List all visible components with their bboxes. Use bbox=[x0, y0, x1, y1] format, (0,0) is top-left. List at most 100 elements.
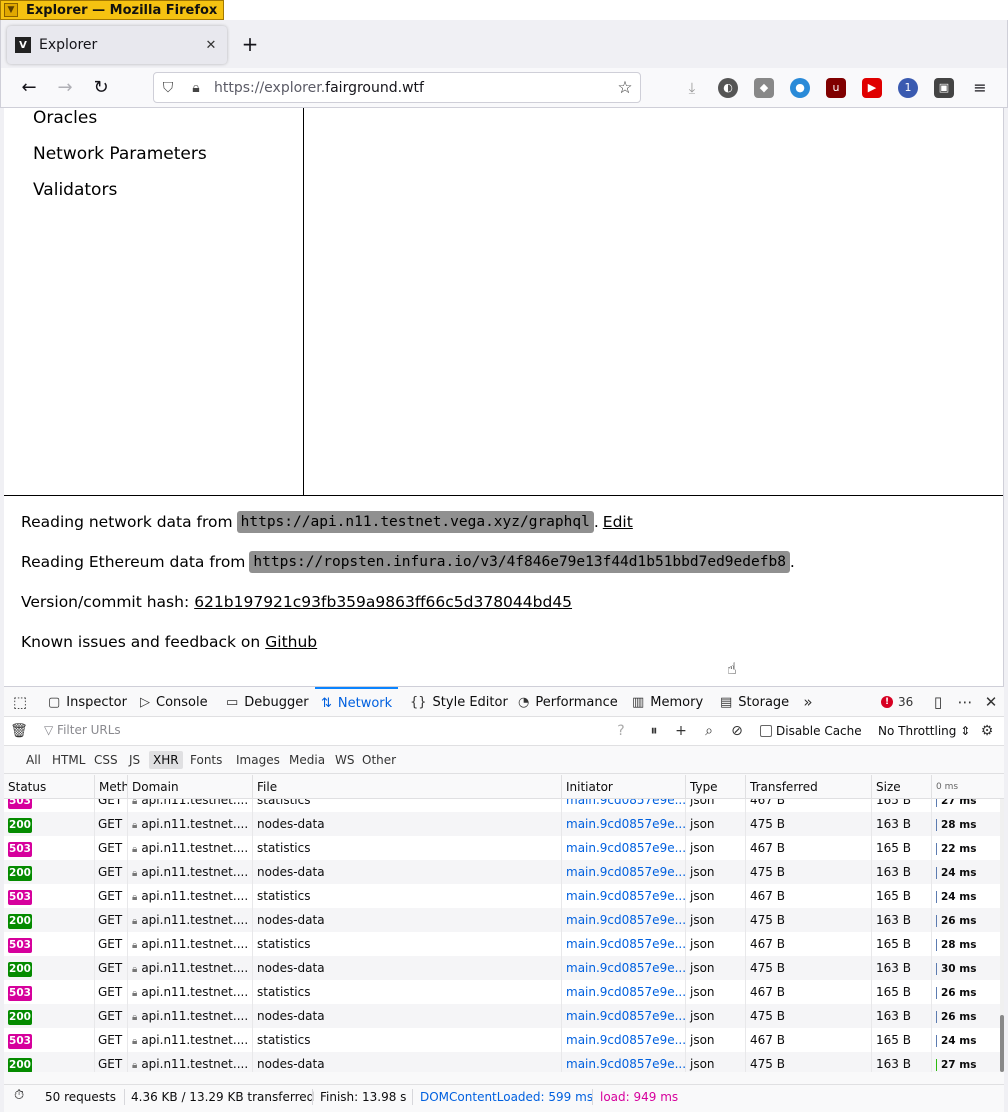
timing-label: 28 ms bbox=[941, 939, 977, 951]
app-menu-hamburger-icon[interactable]: ≡ bbox=[970, 78, 990, 98]
type-filter-ws[interactable]: WS bbox=[331, 751, 358, 769]
new-tab-button[interactable]: + bbox=[239, 34, 261, 56]
reload-button[interactable]: ↻ bbox=[89, 76, 113, 100]
domain-cell: 🔒︎ api.n11.testnet.... bbox=[128, 1052, 253, 1072]
responsive-design-icon[interactable]: ▯ bbox=[928, 692, 948, 712]
block-icon[interactable]: ⊘ bbox=[728, 722, 746, 740]
downloads-icon[interactable]: ⤓ bbox=[682, 78, 702, 98]
disable-cache-checkbox[interactable] bbox=[760, 725, 772, 737]
type-filter-images[interactable]: Images bbox=[232, 751, 284, 769]
table-row[interactable]: 200 GET 🔒︎ api.n11.testnet.... nodes-data mai… bbox=[4, 1052, 1000, 1072]
url-bar[interactable]: ⛉ 🔒︎ https://explorer.fairground.wtf ☆ bbox=[153, 72, 641, 103]
transferred-cell: 467 B bbox=[746, 799, 872, 812]
column-header-file[interactable]: File bbox=[253, 775, 562, 799]
tab-memory[interactable]: ▥ Memory bbox=[632, 687, 703, 717]
element-picker-icon[interactable]: ⬚ bbox=[10, 692, 30, 712]
summary-divider bbox=[412, 1089, 413, 1105]
domain-text: api.n11.testnet.... bbox=[141, 985, 249, 999]
extension-blue-icon[interactable]: ● bbox=[790, 78, 810, 98]
help-icon[interactable]: ? bbox=[612, 722, 630, 740]
table-row[interactable]: 200 GET 🔒︎ api.n11.testnet.... nodes-data mai… bbox=[4, 812, 1000, 836]
devtools-options-icon[interactable]: ⋯ bbox=[955, 692, 975, 712]
error-count-badge[interactable]: ! 36 bbox=[881, 695, 913, 709]
type-filter-css[interactable]: CSS bbox=[90, 751, 122, 769]
column-header-domain[interactable]: Domain bbox=[128, 775, 253, 799]
pause-icon[interactable]: ⏸︎ bbox=[645, 722, 663, 740]
edit-link[interactable]: Edit bbox=[603, 513, 633, 531]
table-row[interactable]: 200 GET 🔒︎ api.n11.testnet.... nodes-data mai… bbox=[4, 860, 1000, 884]
type-filter-xhr[interactable]: XHR bbox=[149, 751, 183, 769]
table-row[interactable]: 200 GET 🔒︎ api.n11.testnet.... nodes-data mai… bbox=[4, 956, 1000, 980]
footer-divider bbox=[4, 495, 1003, 496]
search-icon[interactable]: ⌕ bbox=[700, 722, 718, 740]
table-row[interactable]: 503 GET 🔒︎ api.n11.testnet.... statistics mai… bbox=[4, 799, 1000, 812]
tracking-protection-shield-icon[interactable]: ⛉ bbox=[154, 80, 182, 96]
tab-console[interactable]: ▷ Console bbox=[140, 687, 208, 717]
back-button[interactable]: ← bbox=[17, 76, 41, 100]
column-header-status[interactable]: Status bbox=[4, 775, 95, 799]
close-tab-icon[interactable]: ✕ bbox=[203, 38, 219, 53]
github-link[interactable]: Github bbox=[265, 633, 317, 651]
request-table-scrollbar[interactable] bbox=[1000, 799, 1004, 1072]
extensions-puzzle-icon[interactable]: ▣ bbox=[934, 78, 954, 98]
more-tabs-chevron-icon[interactable]: » bbox=[798, 692, 818, 712]
file-cell: statistics bbox=[253, 932, 562, 956]
table-row[interactable]: 200 GET 🔒︎ api.n11.testnet.... nodes-data mai… bbox=[4, 1004, 1000, 1028]
storage-icon: ▤ bbox=[720, 694, 733, 710]
network-settings-gear-icon[interactable]: ⚙ bbox=[978, 722, 996, 740]
bookmark-star-icon[interactable]: ☆ bbox=[610, 78, 640, 98]
extension-video-icon[interactable]: ▶ bbox=[862, 78, 882, 98]
type-filter-media[interactable]: Media bbox=[285, 751, 329, 769]
column-header-initiator[interactable]: Initiator bbox=[562, 775, 686, 799]
clear-requests-trash-icon[interactable]: 🗑︎ bbox=[10, 722, 28, 740]
network-icon: ⇅ bbox=[321, 695, 332, 711]
tab-debugger[interactable]: ▭ Debugger bbox=[226, 687, 309, 717]
sidebar-item-oracles[interactable]: Oracles bbox=[33, 108, 97, 128]
table-row[interactable]: 503 GET 🔒︎ api.n11.testnet.... statistics mai… bbox=[4, 1028, 1000, 1052]
type-filter-js[interactable]: JS bbox=[125, 751, 144, 769]
disable-cache-toggle[interactable]: Disable Cache bbox=[760, 724, 862, 738]
window-menu-icon[interactable]: ▼ bbox=[4, 3, 18, 17]
sidebar-item-network-parameters[interactable]: Network Parameters bbox=[33, 144, 207, 164]
tab-explorer[interactable]: V Explorer ✕ bbox=[7, 26, 227, 64]
column-header-transferred[interactable]: Transferred bbox=[746, 775, 872, 799]
extension-cube-icon[interactable]: ◆ bbox=[754, 78, 774, 98]
forward-button[interactable]: → bbox=[53, 76, 77, 100]
tab-storage[interactable]: ▤ Storage bbox=[720, 687, 789, 717]
window-title-tab[interactable]: ▼ Explorer — Mozilla Firefox bbox=[0, 0, 224, 20]
throttling-select[interactable]: No Throttling ⇕ bbox=[878, 724, 970, 738]
lock-icon[interactable]: 🔒︎ bbox=[182, 80, 210, 96]
add-icon[interactable]: + bbox=[672, 722, 690, 740]
stopwatch-icon[interactable]: ⏱ bbox=[14, 1088, 24, 1103]
tab-style-editor-label: Style Editor bbox=[432, 694, 508, 710]
table-row[interactable]: 503 GET 🔒︎ api.n11.testnet.... statistics mai… bbox=[4, 980, 1000, 1004]
table-row[interactable]: 200 GET 🔒︎ api.n11.testnet.... nodes-data mai… bbox=[4, 908, 1000, 932]
ublock-origin-icon[interactable]: u bbox=[826, 78, 846, 98]
type-filter-fonts[interactable]: Fonts bbox=[186, 751, 226, 769]
table-row[interactable]: 503 GET 🔒︎ api.n11.testnet.... statistics mai… bbox=[4, 932, 1000, 956]
tab-network[interactable]: ⇅ Network bbox=[315, 687, 399, 717]
close-devtools-icon[interactable]: ✕ bbox=[981, 692, 1001, 712]
table-row[interactable]: 503 GET 🔒︎ api.n11.testnet.... statistics mai… bbox=[4, 884, 1000, 908]
tab-inspector[interactable]: ▢ Inspector bbox=[48, 687, 127, 717]
type-filter-html[interactable]: HTML bbox=[48, 751, 89, 769]
column-header-method[interactable]: Method bbox=[95, 775, 128, 799]
status-badge: 503 bbox=[8, 799, 32, 809]
version-hash-link[interactable]: 621b197921c93fb359a9863ff66c5d378044bd45 bbox=[194, 593, 572, 611]
column-header-waterfall[interactable]: 0 ms bbox=[932, 775, 1000, 799]
url-text[interactable]: https://explorer.fairground.wtf bbox=[210, 80, 610, 96]
sidebar-item-validators[interactable]: Validators bbox=[33, 180, 117, 200]
type-filter-other[interactable]: Other bbox=[358, 751, 400, 769]
password-manager-icon[interactable]: 1 bbox=[898, 78, 918, 98]
table-row[interactable]: 503 GET 🔒︎ api.n11.testnet.... statistics mai… bbox=[4, 836, 1000, 860]
type-filter-all[interactable]: All bbox=[22, 751, 45, 769]
scrollbar-thumb[interactable] bbox=[1000, 1015, 1004, 1072]
filter-urls-input[interactable]: ▽ Filter URLs bbox=[44, 723, 121, 737]
column-header-type[interactable]: Type bbox=[686, 775, 746, 799]
column-header-size[interactable]: Size bbox=[872, 775, 932, 799]
tab-performance[interactable]: ◔ Performance bbox=[518, 687, 618, 717]
secure-lock-icon: 🔒︎ bbox=[132, 1012, 138, 1023]
summary-finish: Finish: 13.98 s bbox=[320, 1090, 407, 1104]
extension-ghost-icon[interactable]: ◐ bbox=[718, 78, 738, 98]
tab-style-editor[interactable]: {} Style Editor bbox=[410, 687, 508, 717]
